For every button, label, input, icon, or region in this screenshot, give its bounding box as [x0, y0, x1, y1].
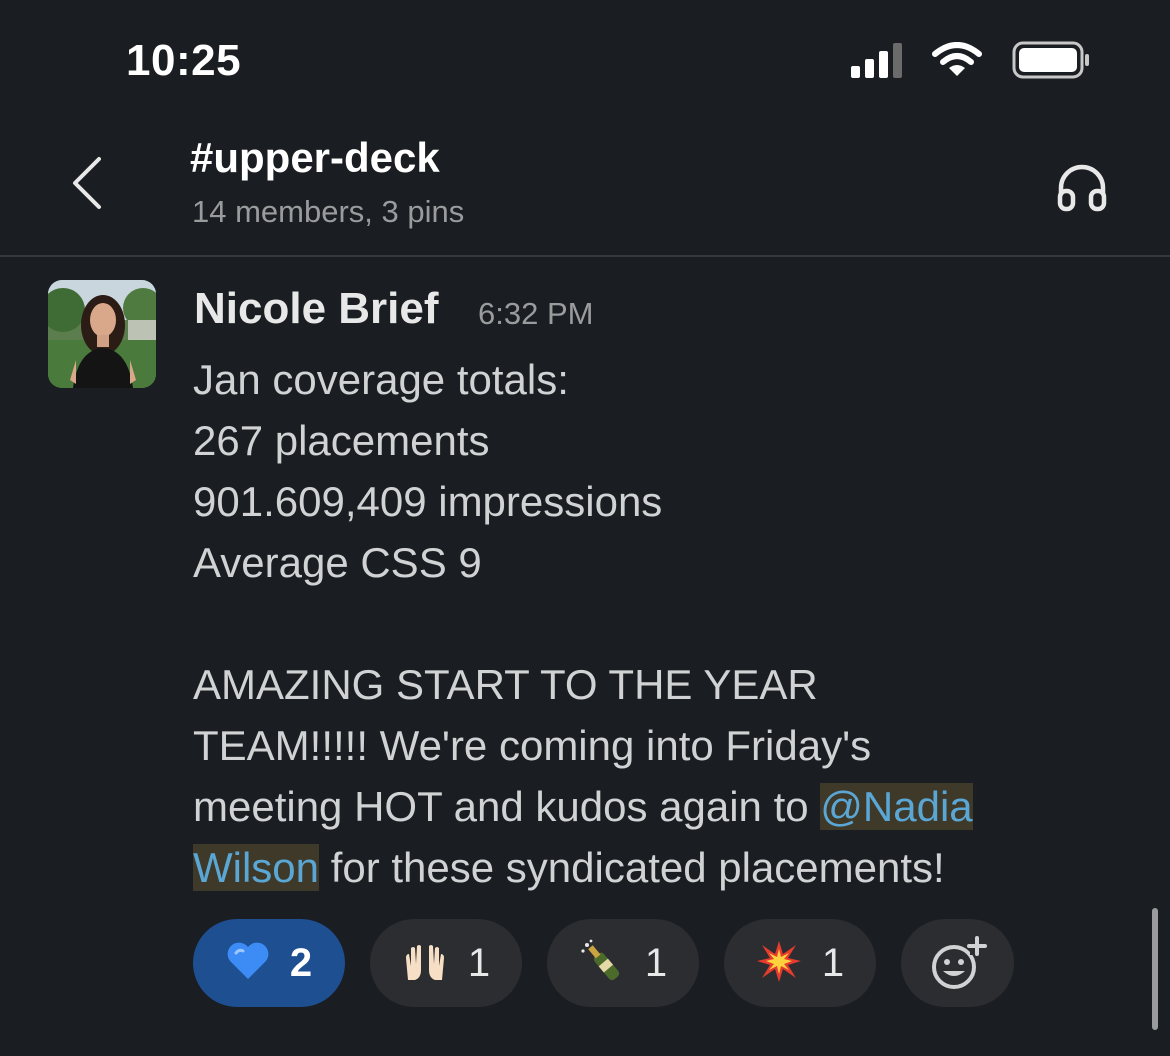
collision-emoji-icon — [756, 939, 802, 988]
reaction-count: 1 — [467, 940, 491, 985]
reaction-count: 1 — [821, 940, 845, 985]
huddle-button[interactable] — [1052, 158, 1112, 218]
reaction-champagne[interactable]: 1 — [547, 919, 699, 1007]
battery-icon — [1012, 41, 1089, 79]
add-reaction-icon — [931, 936, 987, 989]
cellular-signal-icon — [851, 42, 902, 78]
message-line: AMAZING START TO THE YEAR — [193, 661, 818, 708]
sender-name[interactable]: Nicole Brief — [194, 284, 439, 334]
message-line: meeting HOT and kudos again to @Nadia — [193, 776, 1143, 837]
message-timestamp[interactable]: 6:32 PM — [478, 296, 593, 332]
message-line: TEAM!!!!! We're coming into Friday's — [193, 722, 872, 769]
message-line: Wilson for these syndicated placements! — [193, 837, 1143, 898]
headphones-icon — [1057, 164, 1107, 212]
reaction-count: 1 — [644, 940, 668, 985]
message-line: 901.609,409 impressions — [193, 478, 663, 525]
back-button[interactable] — [62, 148, 112, 218]
reactions-bar: 2 1 1 1 — [193, 919, 1014, 1007]
message-line: 267 placements — [193, 417, 490, 464]
reaction-count: 2 — [289, 940, 313, 985]
message-line: Jan coverage totals: — [193, 356, 569, 403]
message-text: for these syndicated placements! — [319, 844, 945, 891]
status-icons — [851, 40, 1092, 80]
blue-heart-emoji-icon — [226, 941, 270, 986]
channel-header: #upper-deck 14 members, 3 pins — [0, 118, 1170, 257]
status-time: 10:25 — [126, 36, 242, 85]
wifi-icon — [932, 42, 982, 76]
channel-meta[interactable]: 14 members, 3 pins — [192, 194, 464, 230]
champagne-bottle-emoji-icon — [579, 939, 625, 988]
message-line: Average CSS 9 — [193, 539, 482, 586]
reaction-collision[interactable]: 1 — [724, 919, 876, 1007]
slack-channel-screen: 10:25 #upper-deck 14 members, 3 pins Nic… — [0, 0, 1170, 1056]
chevron-left-icon — [73, 157, 101, 209]
add-reaction-button[interactable] — [901, 919, 1014, 1007]
reaction-blue-heart[interactable]: 2 — [193, 919, 345, 1007]
scrollbar[interactable] — [1152, 908, 1158, 1030]
avatar[interactable] — [48, 280, 156, 388]
channel-name[interactable]: #upper-deck — [190, 134, 440, 182]
user-mention[interactable]: @Nadia — [820, 783, 973, 830]
reaction-raised-hands[interactable]: 1 — [370, 919, 522, 1007]
raised-hands-emoji-icon — [402, 940, 448, 987]
user-mention[interactable]: Wilson — [193, 844, 320, 891]
message-text: meeting HOT and kudos again to — [193, 783, 821, 830]
message-body: Jan coverage totals: 267 placements 901.… — [193, 349, 1143, 898]
